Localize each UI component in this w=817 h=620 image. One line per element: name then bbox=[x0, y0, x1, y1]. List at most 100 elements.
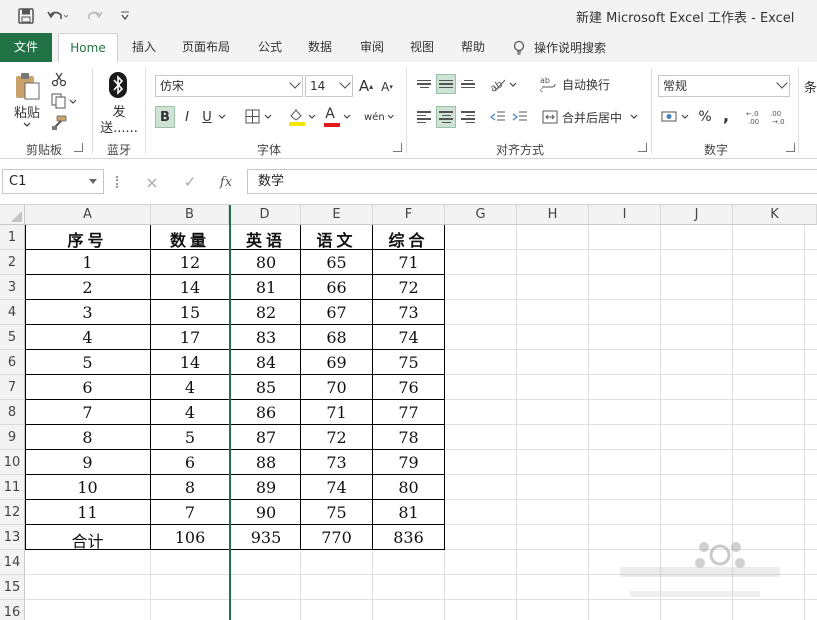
tab-data[interactable]: 数据 bbox=[298, 33, 342, 62]
table-cell[interactable]: 9 bbox=[25, 453, 150, 472]
customize-qat-icon[interactable] bbox=[118, 7, 132, 25]
bluetooth-send-line2[interactable]: 送...... bbox=[100, 118, 138, 136]
tab-insert[interactable]: 插入 bbox=[122, 33, 166, 62]
row-header-9[interactable]: 9 bbox=[0, 425, 25, 450]
table-cell[interactable]: 68 bbox=[301, 328, 372, 347]
table-cell[interactable]: 66 bbox=[301, 278, 372, 297]
row-header-14[interactable]: 14 bbox=[0, 550, 25, 575]
tab-help[interactable]: 帮助 bbox=[451, 33, 495, 62]
table-cell[interactable]: 14 bbox=[151, 278, 229, 297]
format-painter-icon[interactable] bbox=[50, 114, 68, 132]
row-header-11[interactable]: 11 bbox=[0, 475, 25, 500]
column-header-j[interactable]: J bbox=[661, 205, 733, 225]
header-cell-quantity[interactable]: 数量 bbox=[151, 227, 229, 251]
tab-view[interactable]: 视图 bbox=[400, 33, 444, 62]
alignment-launcher-icon[interactable] bbox=[638, 143, 647, 152]
column-header-i[interactable]: I bbox=[589, 205, 661, 225]
comma-button[interactable]: , bbox=[718, 104, 734, 126]
table-cell[interactable]: 10 bbox=[25, 478, 150, 497]
middle-align-icon[interactable] bbox=[436, 74, 456, 94]
formula-bar-grip[interactable] bbox=[116, 176, 119, 188]
table-cell[interactable]: 67 bbox=[301, 303, 372, 322]
table-cell[interactable]: 89 bbox=[231, 478, 301, 497]
table-cell[interactable]: 73 bbox=[373, 303, 444, 322]
wrap-text-button[interactable]: ab c 自动换行 bbox=[540, 74, 620, 94]
percent-button[interactable]: % bbox=[696, 106, 714, 128]
table-cell[interactable]: 88 bbox=[231, 453, 301, 472]
table-cell[interactable]: 11 bbox=[25, 503, 150, 522]
row-header-12[interactable]: 12 bbox=[0, 500, 25, 525]
row-header-5[interactable]: 5 bbox=[0, 325, 25, 350]
tab-formulas[interactable]: 公式 bbox=[248, 33, 292, 62]
column-header-e[interactable]: E bbox=[301, 205, 373, 225]
table-cell[interactable]: 90 bbox=[231, 503, 301, 522]
grow-font-button[interactable]: A ▴ bbox=[357, 76, 375, 96]
column-header-f[interactable]: F bbox=[373, 205, 445, 225]
bold-button[interactable]: B bbox=[155, 106, 175, 128]
table-cell[interactable]: 70 bbox=[301, 378, 372, 397]
table-cell[interactable]: 935 bbox=[231, 528, 301, 547]
tab-home[interactable]: Home bbox=[58, 33, 118, 63]
table-cell[interactable]: 8 bbox=[25, 428, 150, 447]
table-cell[interactable]: 85 bbox=[231, 378, 301, 397]
table-cell[interactable]: 7 bbox=[151, 503, 229, 522]
table-cell[interactable]: 72 bbox=[301, 428, 372, 447]
tab-file[interactable]: 文件 bbox=[0, 33, 52, 62]
row-header-10[interactable]: 10 bbox=[0, 450, 25, 475]
name-box[interactable]: C1 bbox=[2, 169, 104, 194]
bluetooth-icon[interactable] bbox=[107, 70, 129, 100]
table-cell[interactable]: 71 bbox=[301, 403, 372, 422]
cancel-icon[interactable]: × bbox=[140, 171, 164, 193]
table-cell[interactable]: 14 bbox=[151, 353, 229, 372]
row-header-1[interactable]: 1 bbox=[0, 225, 25, 250]
undo-icon[interactable] bbox=[44, 7, 70, 25]
table-cell[interactable]: 75 bbox=[373, 353, 444, 372]
column-header-g[interactable]: G bbox=[445, 205, 517, 225]
table-cell[interactable]: 15 bbox=[151, 303, 229, 322]
table-cell[interactable]: 5 bbox=[25, 353, 150, 372]
font-launcher-icon[interactable] bbox=[393, 143, 402, 152]
total-row-label[interactable]: 合计 bbox=[25, 528, 150, 552]
row-header-4[interactable]: 4 bbox=[0, 300, 25, 325]
fill-color-button[interactable] bbox=[286, 106, 320, 128]
select-all-corner[interactable] bbox=[0, 205, 25, 225]
align-right-icon[interactable] bbox=[458, 106, 478, 128]
table-cell[interactable]: 4 bbox=[25, 328, 150, 347]
bottom-align-icon[interactable] bbox=[458, 74, 478, 94]
merge-center-button[interactable]: 合并后居中 bbox=[542, 106, 642, 128]
conditional-format-partial[interactable]: 条 bbox=[804, 76, 817, 96]
tell-me-search[interactable]: 操作说明搜索 bbox=[512, 33, 606, 62]
table-cell[interactable]: 78 bbox=[373, 428, 444, 447]
table-cell[interactable]: 80 bbox=[231, 253, 301, 272]
table-cell[interactable]: 836 bbox=[373, 528, 444, 547]
row-header-13[interactable]: 13 bbox=[0, 525, 25, 550]
table-cell[interactable]: 86 bbox=[231, 403, 301, 422]
row-header-3[interactable]: 3 bbox=[0, 275, 25, 300]
paste-icon[interactable] bbox=[10, 70, 44, 102]
redo-icon[interactable] bbox=[82, 7, 108, 25]
row-header-16[interactable]: 16 bbox=[0, 600, 25, 620]
row-header-8[interactable]: 8 bbox=[0, 400, 25, 425]
enter-icon[interactable]: ✓ bbox=[178, 171, 202, 193]
table-cell[interactable]: 75 bbox=[301, 503, 372, 522]
table-cell[interactable]: 4 bbox=[151, 378, 229, 397]
row-header-7[interactable]: 7 bbox=[0, 375, 25, 400]
table-cell[interactable]: 73 bbox=[301, 453, 372, 472]
table-cell[interactable]: 72 bbox=[373, 278, 444, 297]
table-cell[interactable]: 77 bbox=[373, 403, 444, 422]
column-header-h[interactable]: H bbox=[517, 205, 589, 225]
paste-dropdown-icon[interactable] bbox=[22, 120, 32, 130]
table-cell[interactable]: 770 bbox=[301, 528, 372, 547]
table-cell[interactable]: 84 bbox=[231, 353, 301, 372]
increase-indent-icon[interactable] bbox=[510, 106, 530, 128]
table-cell[interactable]: 106 bbox=[151, 528, 229, 547]
table-cell[interactable]: 6 bbox=[25, 378, 150, 397]
table-cell[interactable]: 74 bbox=[301, 478, 372, 497]
table-cell[interactable]: 17 bbox=[151, 328, 229, 347]
decrease-indent-icon[interactable] bbox=[488, 106, 508, 128]
number-launcher-icon[interactable] bbox=[786, 143, 795, 152]
clipboard-launcher-icon[interactable] bbox=[74, 143, 83, 152]
borders-button[interactable] bbox=[244, 106, 276, 128]
row-header-2[interactable]: 2 bbox=[0, 250, 25, 275]
header-cell-total[interactable]: 综合 bbox=[373, 227, 444, 251]
